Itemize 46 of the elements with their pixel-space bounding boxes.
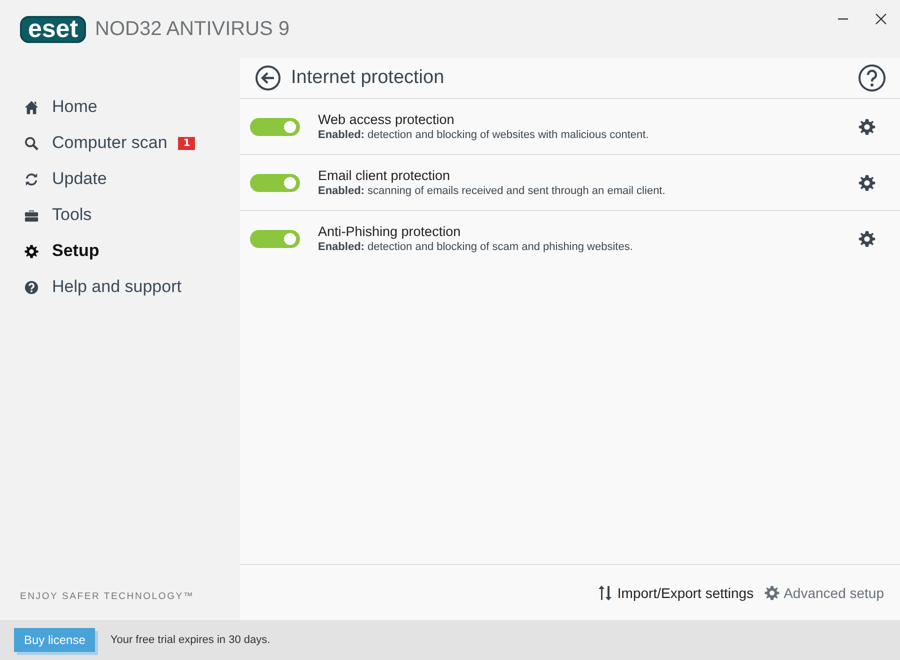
gear-icon <box>858 118 876 136</box>
app-title: NOD32 ANTIVIRUS 9 <box>95 18 290 40</box>
nav-item[interactable]: Computer scan 1 <box>0 125 204 161</box>
help-button[interactable] <box>858 64 886 92</box>
module-description: Enabled: scanning of emails received and sent through an email client. <box>318 185 666 197</box>
nav-item[interactable]: Tools <box>0 197 100 233</box>
up-down-arrows-icon <box>597 584 614 600</box>
toggle-switch[interactable] <box>250 230 300 248</box>
nav-label: Help and support <box>52 277 182 297</box>
module-name: Anti-Phishing protection <box>318 224 462 239</box>
nav-item[interactable]: Help and support <box>0 269 190 305</box>
nav-label: Home <box>52 97 98 117</box>
close-icon <box>875 13 887 25</box>
toolbox-icon <box>24 208 39 222</box>
gear-icon <box>764 584 780 600</box>
refresh-icon <box>24 172 39 186</box>
settings-button[interactable] <box>858 230 876 248</box>
nav-item[interactable]: Home <box>0 89 106 125</box>
logo: eset <box>20 16 86 42</box>
trial-message: Your free trial expires in 30 days. <box>110 634 270 646</box>
module-description: Enabled: detection and blocking of scam and phishing websites. <box>318 241 634 253</box>
module-name: Web access protection <box>318 112 456 127</box>
search-icon <box>24 136 39 150</box>
module-name: Email client protection <box>318 168 452 183</box>
help-icon <box>24 280 39 294</box>
module-description: Enabled: detection and blocking of websites with malicious content. <box>318 129 650 141</box>
page-title: Internet protection <box>291 67 444 89</box>
nav-label: Computer scan <box>52 133 168 153</box>
back-button[interactable] <box>255 65 281 91</box>
count-badge: 1 <box>178 136 196 150</box>
toggle-switch[interactable] <box>250 174 300 192</box>
home-icon <box>24 100 39 114</box>
nav-label: Setup <box>52 241 100 261</box>
nav-label: Update <box>52 169 107 189</box>
footer-link[interactable]: Import/Export settings <box>597 584 754 600</box>
gear-icon <box>858 230 876 248</box>
nav-item[interactable]: Update <box>0 161 115 197</box>
toggle-switch[interactable] <box>250 118 300 136</box>
nav-label: Tools <box>52 205 92 225</box>
gear-icon <box>858 174 876 192</box>
settings-button[interactable] <box>858 118 876 136</box>
settings-button[interactable] <box>858 174 876 192</box>
tagline: ENJOY SAFER TECHNOLOGY™ <box>19 591 196 602</box>
nav-item[interactable]: Setup <box>0 233 108 269</box>
gear-icon <box>24 244 39 258</box>
footer-link[interactable]: Advanced setup <box>764 584 884 600</box>
